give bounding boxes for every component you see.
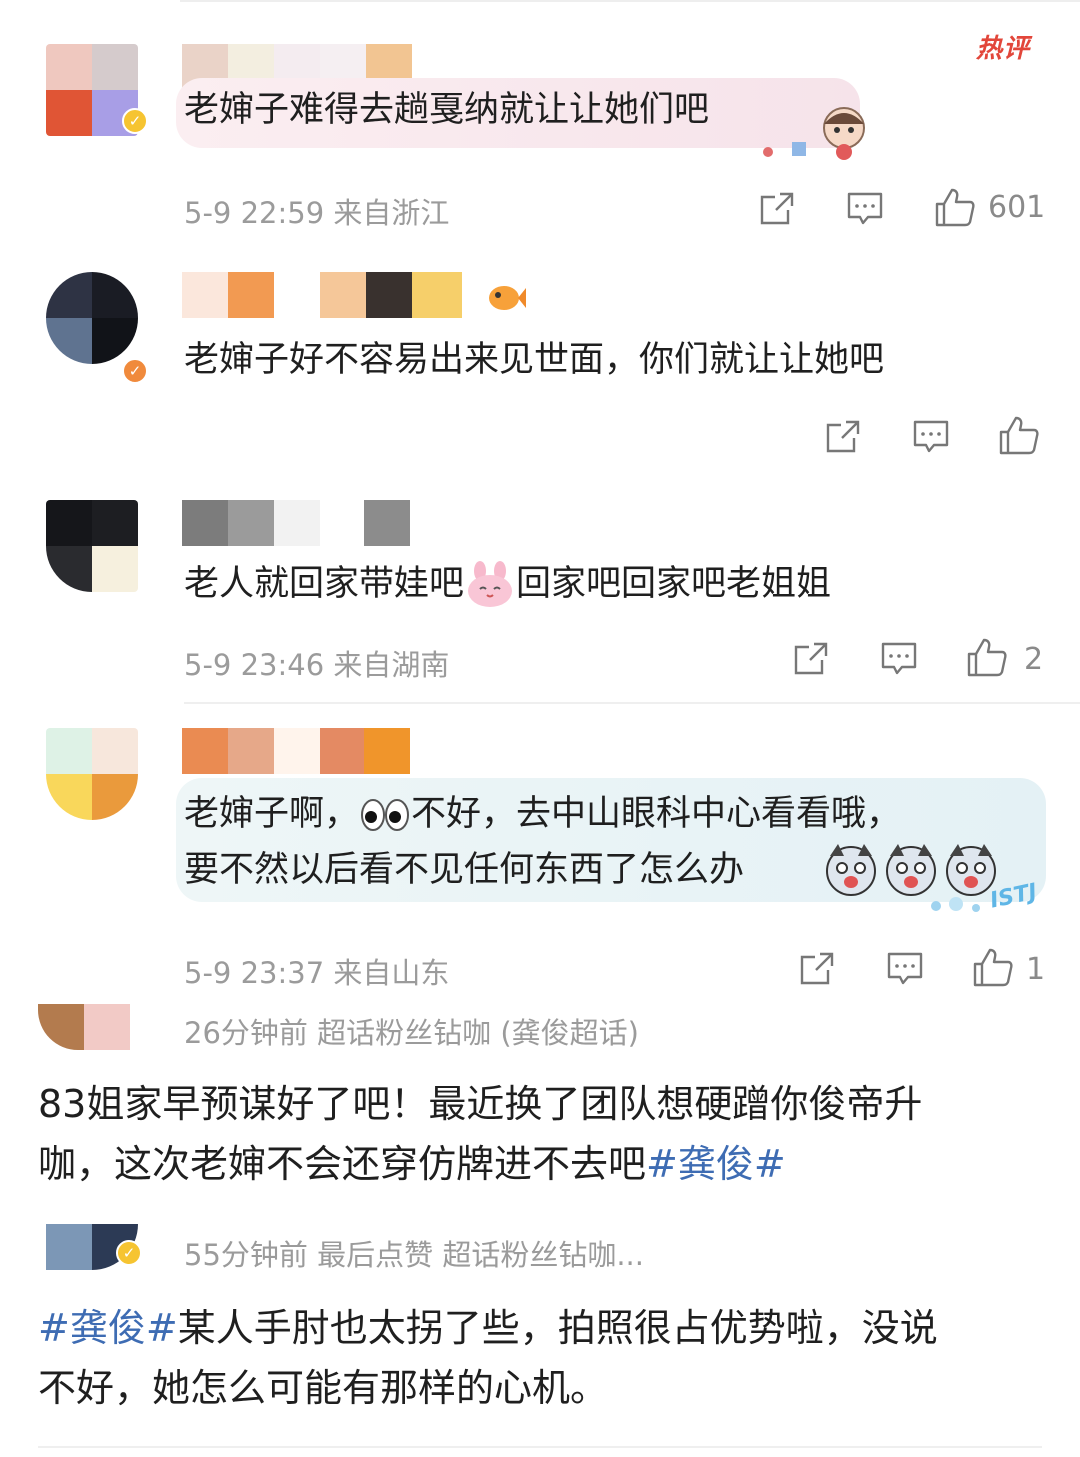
bunny-emoji-icon [468, 561, 513, 607]
verified-badge-icon: ✓ [116, 1240, 142, 1266]
hashtag-link[interactable]: #龚俊# [646, 1142, 786, 1186]
like-icon[interactable] [972, 946, 1014, 988]
comment-text: 老婶子难得去趟戛纳就让让她们吧 [184, 90, 710, 130]
share-icon[interactable] [758, 190, 796, 228]
like-count: 601 [988, 190, 1046, 225]
bubble-decoration-icon [931, 897, 980, 912]
comment-text: 老婶子好不容易出来见世面，你们就让让她吧 [184, 340, 885, 380]
post-text-line: #龚俊#某人手肘也太拐了些，拍照很占优势啦，没说 [38, 1298, 938, 1358]
fish-emoji-icon [489, 286, 526, 310]
divider [184, 702, 1080, 704]
top-divider [180, 0, 1080, 2]
avatar[interactable] [46, 500, 138, 592]
comment-text-part: 回家吧回家吧老姐姐 [516, 564, 832, 604]
post-text-line: 83姐家早预谋好了吧！最近换了团队想硬蹭你俊帝升 [38, 1082, 923, 1126]
comment-text: 老人就回家带娃吧 回家吧回家吧老姐姐 [184, 556, 831, 612]
avatar[interactable] [46, 272, 138, 364]
post-text-line: 咖，这次老婶不会还穿仿牌进不去吧#龚俊# [38, 1134, 786, 1194]
hot-comment-badge: 热评 [976, 34, 1031, 64]
comment-icon[interactable] [912, 418, 950, 456]
verified-badge-icon: ✓ [122, 108, 148, 134]
post-text-line: 不好，她怎么可能有那样的心机。 [38, 1366, 609, 1410]
comment-meta: 5-9 23:37 来自山东 [184, 956, 450, 990]
like-icon[interactable] [934, 186, 976, 228]
avatar[interactable] [38, 1004, 130, 1050]
post-meta: 55分钟前 最后点赞 超话粉丝钻咖... [184, 1238, 644, 1272]
eyes-emoji-icon [361, 799, 410, 831]
comment-meta: 5-9 23:46 来自湖南 [184, 648, 450, 682]
username-blurred[interactable] [182, 272, 462, 318]
comment-meta: 5-9 22:59 来自浙江 [184, 196, 450, 230]
comment-text-line: 老婶子啊， 不好，去中山眼科中心看看哦， [184, 786, 901, 842]
comment-text-part: 老人就回家带娃吧 [184, 564, 465, 604]
post-text-part: 咖，这次老婶不会还穿仿牌进不去吧 [38, 1142, 647, 1186]
post-text-part: 某人手肘也太拐了些，拍照很占优势啦，没说 [177, 1306, 938, 1350]
username-blurred[interactable] [182, 500, 410, 546]
like-count: 2 [1024, 642, 1044, 677]
divider [38, 1446, 1042, 1448]
bubble-decoration-icon [763, 107, 865, 160]
hashtag-link[interactable]: #龚俊# [38, 1306, 178, 1350]
username-blurred[interactable] [182, 728, 410, 774]
comment-icon[interactable] [846, 190, 884, 228]
comment-icon[interactable] [886, 950, 924, 988]
like-icon[interactable] [998, 414, 1040, 456]
avatar[interactable] [46, 728, 138, 820]
verified-badge-icon: ✓ [122, 358, 148, 384]
comment-text-line: 要不然以后看不见任何东西了怎么办 [184, 842, 744, 898]
share-icon[interactable] [792, 640, 830, 678]
comment-icon[interactable] [880, 640, 918, 678]
comment-text-part: 不好，去中山眼科中心看看哦， [411, 794, 902, 834]
share-icon[interactable] [798, 950, 836, 988]
like-count: 1 [1026, 952, 1046, 987]
comment-text-part: 要不然以后看不见任何东西了怎么办 [184, 850, 745, 890]
like-icon[interactable] [966, 636, 1008, 678]
share-icon[interactable] [824, 418, 862, 456]
husky-emoji-icon [826, 844, 876, 896]
comment-text-part: 老婶子啊， [184, 794, 360, 834]
post-meta: 26分钟前 超话粉丝钻咖 (龚俊超话) [184, 1016, 639, 1050]
